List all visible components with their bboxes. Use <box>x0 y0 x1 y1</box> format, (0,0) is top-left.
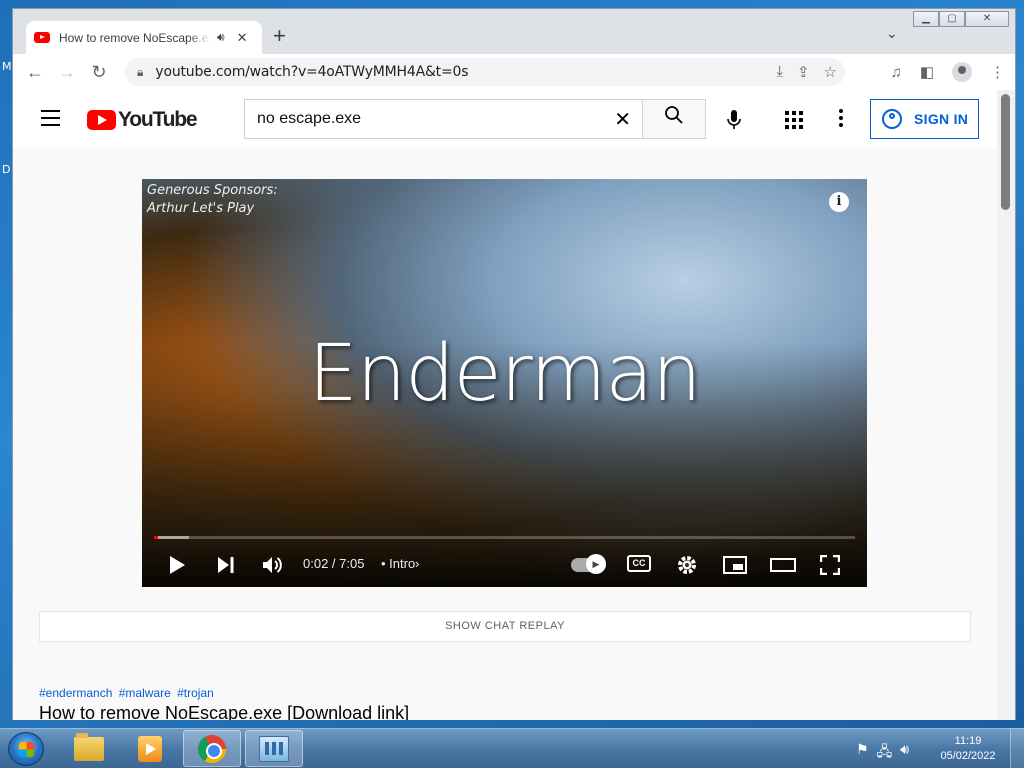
tab-search-icon[interactable]: ⌄ <box>886 25 898 42</box>
hashtag-link[interactable]: #malware <box>119 686 171 700</box>
youtube-wordmark: YouTube <box>118 108 198 131</box>
sign-in-label: SIGN IN <box>914 111 969 127</box>
tab-strip: How to remove NoEscape.exe [Download lin… <box>13 9 1015 54</box>
miniplayer-icon[interactable] <box>723 556 747 574</box>
time-display: 0:02 / 7:05 <box>303 556 365 571</box>
reload-icon[interactable]: ↻ <box>83 62 115 83</box>
info-card-icon[interactable]: i <box>829 192 849 212</box>
buffered-range <box>154 536 190 539</box>
search-button[interactable] <box>642 99 706 139</box>
taskbar-clock[interactable]: 11:19 05/02/2022 <box>936 734 1000 764</box>
microphone-icon[interactable] <box>723 108 745 130</box>
bookmark-star-icon[interactable]: ☆ <box>824 63 837 81</box>
forward-arrow-icon[interactable]: → <box>51 62 83 83</box>
lock-icon[interactable]: 🔒︎ <box>137 65 143 80</box>
video-player[interactable]: Generous Sponsors: Arthur Let's Play End… <box>142 179 867 587</box>
start-button[interactable] <box>8 732 44 766</box>
hamburger-menu-icon[interactable] <box>41 110 60 131</box>
next-video-icon[interactable] <box>217 556 235 574</box>
taskbar-explorer[interactable] <box>60 730 118 767</box>
chapter-title[interactable]: • Intro <box>381 556 415 571</box>
play-icon[interactable] <box>168 555 186 575</box>
taskbar-control-panel[interactable] <box>245 730 303 767</box>
hashtag-link[interactable]: #trojan <box>177 686 214 700</box>
control-panel-icon <box>259 735 289 762</box>
hashtag-link[interactable]: #endermanch <box>39 686 112 700</box>
search-icon <box>665 106 683 124</box>
sign-in-button[interactable]: SIGN IN <box>870 99 979 139</box>
clock-date: 05/02/2022 <box>940 750 996 762</box>
explorer-icon <box>74 732 104 761</box>
tab-close-icon[interactable]: ✕ <box>237 30 248 46</box>
volume-icon[interactable] <box>262 555 284 575</box>
youtube-header: YouTube no escape.exe ✕ SIGN IN <box>13 90 998 148</box>
settings-dots-icon[interactable] <box>839 109 843 130</box>
chrome-icon <box>198 734 226 763</box>
side-panel-icon[interactable]: ◧ <box>920 63 934 81</box>
youtube-page: YouTube no escape.exe ✕ SIGN IN Generous… <box>13 90 998 720</box>
youtube-logo[interactable]: YouTube <box>87 108 198 132</box>
system-tray: ⚑ 🖧︎ 🔊︎ <box>856 741 909 765</box>
show-chat-replay-button[interactable]: SHOW CHAT REPLAY <box>39 611 971 642</box>
share-icon[interactable]: ⇪ <box>797 63 810 81</box>
audio-playing-icon[interactable]: 🔊︎ <box>217 30 225 45</box>
player-controls: 0:02 / 7:05 • Intro › CC <box>142 541 867 587</box>
media-control-icon[interactable]: ♫ <box>891 64 902 81</box>
profile-avatar-icon[interactable] <box>952 62 972 82</box>
video-overlay-sponsor-name: Arthur Let's Play <box>147 201 255 216</box>
played-range <box>154 536 158 539</box>
maximize-button[interactable]: ▢ <box>939 11 965 27</box>
clear-search-icon[interactable]: ✕ <box>614 107 631 132</box>
video-title: How to remove NoEscape.exe [Download lin… <box>39 703 410 720</box>
desktop-icon-label-fragment[interactable]: M <box>2 60 12 73</box>
omnibox-actions: ⤓ ⇪ ☆ <box>776 63 837 81</box>
media-player-icon <box>138 735 162 762</box>
new-tab-button[interactable]: + <box>273 25 286 47</box>
theater-mode-icon[interactable] <box>770 558 796 572</box>
page-scrollbar[interactable] <box>997 90 1015 720</box>
show-desktop-button[interactable] <box>1010 729 1024 768</box>
browser-tab[interactable]: How to remove NoEscape.exe [Download lin… <box>26 21 262 54</box>
chrome-menu-icon[interactable]: ⋮ <box>990 63 1005 81</box>
video-overlay-sponsors: Generous Sponsors: <box>147 183 278 198</box>
youtube-favicon-icon <box>34 32 50 43</box>
hashtag-list: #endermanch #malware #trojan <box>39 686 217 700</box>
clock-time: 11:19 <box>954 735 982 747</box>
taskbar-media-player[interactable] <box>121 730 179 767</box>
minimize-button[interactable]: ▁ <box>913 11 939 27</box>
chrome-window: How to remove NoEscape.exe [Download lin… <box>12 8 1016 720</box>
action-center-flag-icon[interactable]: ⚑ <box>856 741 869 765</box>
scrollbar-thumb[interactable] <box>1001 94 1010 210</box>
toolbar-right: ♫ ◧ ⋮ <box>891 62 1005 82</box>
window-close-button[interactable]: ✕ <box>965 11 1009 27</box>
windows-taskbar: ⚑ 🖧︎ 🔊︎ 11:19 05/02/2022 <box>0 728 1024 768</box>
window-controls: ▁ ▢ ✕ <box>913 11 1009 27</box>
url-text: youtube.com/watch?v=4oATWyMMH4A&t=0s <box>155 64 469 80</box>
video-frame-text: Enderman <box>308 329 701 419</box>
speaker-volume-icon[interactable]: 🔊︎ <box>900 741 909 765</box>
address-bar[interactable]: 🔒︎ youtube.com/watch?v=4oATWyMMH4A&t=0s … <box>125 58 845 86</box>
account-circle-icon <box>882 109 902 129</box>
autoplay-toggle[interactable] <box>571 554 606 574</box>
settings-gear-icon[interactable] <box>676 554 698 576</box>
search-query-text: no escape.exe <box>257 110 362 127</box>
back-arrow-icon[interactable]: ← <box>19 62 51 83</box>
taskbar-chrome[interactable] <box>183 730 241 767</box>
search-input[interactable]: no escape.exe ✕ <box>244 99 643 139</box>
browser-toolbar: ← → ↻ 🔒︎ youtube.com/watch?v=4oATWyMMH4A… <box>13 54 1015 90</box>
install-app-icon[interactable]: ⤓ <box>776 63 783 81</box>
desktop-icon-label-fragment[interactable]: D <box>2 163 10 176</box>
captions-cc-icon[interactable]: CC <box>627 555 651 572</box>
youtube-play-logo-icon <box>87 110 116 130</box>
network-icon[interactable]: 🖧︎ <box>877 741 893 765</box>
fullscreen-icon[interactable] <box>820 555 840 575</box>
chapter-chevron-icon[interactable]: › <box>415 556 419 571</box>
apps-grid-icon[interactable] <box>785 111 803 129</box>
progress-bar[interactable] <box>154 536 855 539</box>
tab-title: How to remove NoEscape.exe [Download lin… <box>59 30 211 45</box>
